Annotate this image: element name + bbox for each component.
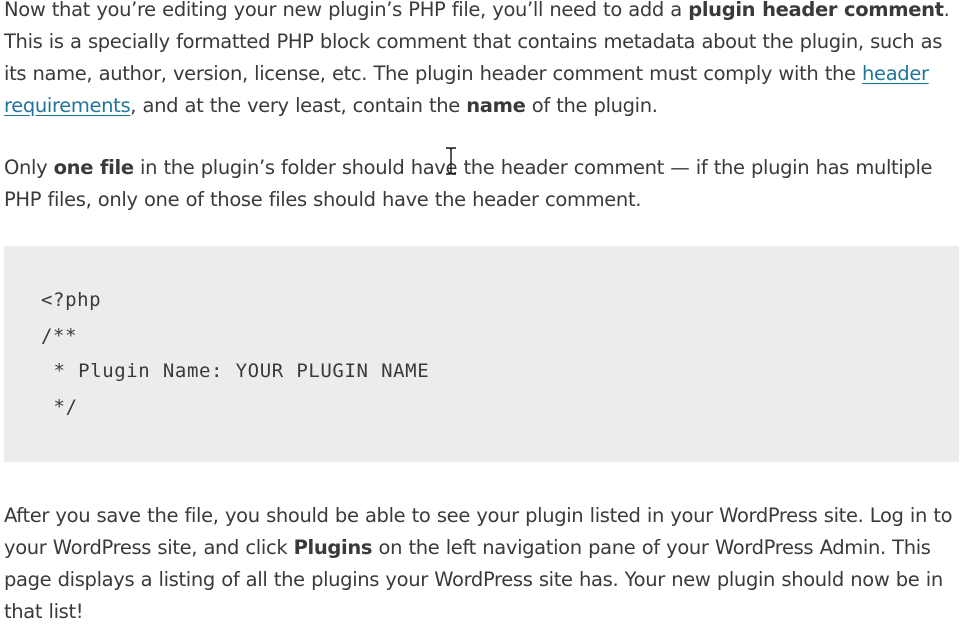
code-line: * Plugin Name: YOUR PLUGIN NAME (41, 360, 430, 382)
one-file-paragraph: Only one file in the plugin’s folder sho… (4, 152, 964, 216)
intro-text-3: , and at the very least, contain the (130, 94, 467, 117)
intro-text-1: Now that you’re editing your new plugin’… (4, 0, 689, 21)
code-block: <?php /** * Plugin Name: YOUR PLUGIN NAME… (4, 246, 959, 462)
one-file-text-2: in the plugin’s folder should have the h… (4, 156, 933, 211)
one-file-bold: one file (53, 156, 134, 179)
plugins-bold: Plugins (293, 536, 373, 559)
code-line: <?php (41, 289, 102, 311)
text-cursor-icon (446, 147, 456, 175)
name-bold: name (466, 94, 526, 117)
after-save-paragraph: After you save the file, you should be a… (4, 500, 964, 628)
one-file-text-1: Only (4, 156, 54, 179)
code-line: */ (41, 395, 78, 418)
intro-paragraph: Now that you’re editing your new plugin’… (4, 0, 964, 122)
intro-text-4: of the plugin. (525, 94, 658, 117)
plugin-header-comment-bold: plugin header comment (688, 0, 944, 21)
code-line: /** (41, 324, 78, 347)
code-snippet: <?php /** * Plugin Name: YOUR PLUGIN NAME… (41, 283, 429, 425)
